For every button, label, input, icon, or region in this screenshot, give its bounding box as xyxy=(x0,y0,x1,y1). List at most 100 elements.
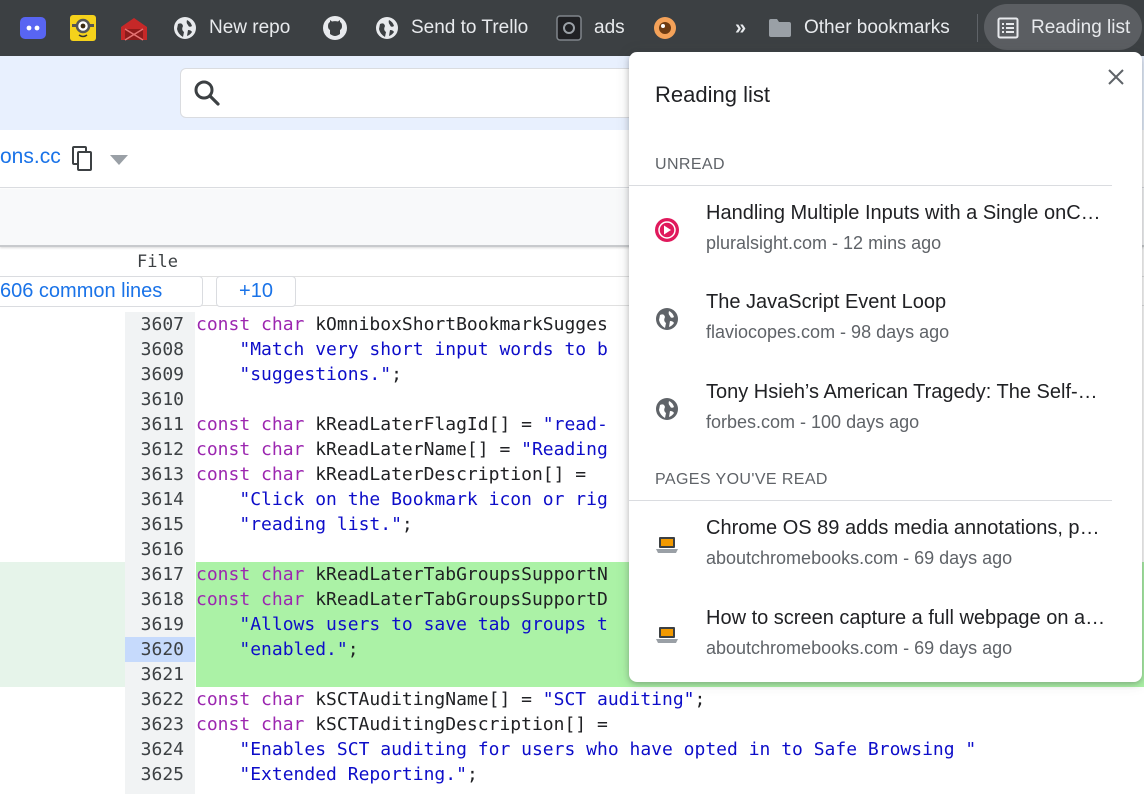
line-number[interactable]: 3608 xyxy=(125,337,195,362)
reading-list-button[interactable]: Reading list xyxy=(997,0,1130,56)
code-text: const char kSCTAuditingDescription[] = xyxy=(196,712,608,737)
globe-icon xyxy=(653,395,681,423)
code-keyword: const char xyxy=(196,439,305,460)
item-title: Chrome OS 89 adds media annotations, pho… xyxy=(706,517,1106,539)
reading-list-item[interactable]: Tony Hsieh’s American Tragedy: The Self-… xyxy=(629,367,1142,455)
added-highlight xyxy=(0,562,125,587)
code-keyword: const char xyxy=(196,589,305,610)
reading-list-item[interactable]: Chrome OS 89 adds media annotations, pho… xyxy=(629,503,1142,591)
line-number[interactable]: 3621 xyxy=(125,662,195,687)
code-token: kReadLaterTabGroupsSupportN xyxy=(304,564,608,585)
chromebook-icon xyxy=(653,531,681,559)
line-number[interactable]: 3614 xyxy=(125,487,195,512)
line-number[interactable]: 3615 xyxy=(125,512,195,537)
line-number[interactable]: 3611 xyxy=(125,412,195,437)
copy-icon[interactable] xyxy=(71,146,95,177)
chevron-down-icon[interactable] xyxy=(110,152,128,170)
close-icon[interactable] xyxy=(1107,68,1125,86)
bookmarks-overflow-button[interactable]: » xyxy=(735,0,746,56)
code-string: "Enables SCT auditing for users who have… xyxy=(239,739,977,760)
line-number[interactable]: 3625 xyxy=(125,762,195,787)
code-keyword: const char xyxy=(196,414,305,435)
item-meta: pluralsight.com - 12 mins ago xyxy=(706,233,942,253)
bookmark-favicon-item[interactable] xyxy=(653,0,677,56)
added-highlight xyxy=(0,587,125,612)
barn-icon xyxy=(119,15,149,41)
github-icon xyxy=(322,15,348,41)
bookmark-send-to-trello[interactable]: Send to Trello xyxy=(375,0,528,56)
globe-icon xyxy=(653,305,681,333)
code-text: const char kOmniboxShortBookmarkSugges xyxy=(196,312,608,337)
item-meta: aboutchromebooks.com - 69 days ago xyxy=(706,638,1013,658)
code-text: "Match very short input words to b xyxy=(196,337,607,362)
bookmarks-divider xyxy=(977,14,978,42)
globe-icon xyxy=(375,16,399,40)
expand-more-button[interactable]: +10 xyxy=(216,276,296,307)
chromebook-icon xyxy=(653,621,681,649)
line-number[interactable]: 3619 xyxy=(125,612,195,637)
bookmark-label: ads xyxy=(594,17,625,38)
item-title: How to screen capture a full webpage on … xyxy=(706,607,1106,629)
code-token: kOmniboxShortBookmarkSugges xyxy=(304,314,608,335)
item-title: Tony Hsieh’s American Tragedy: The Self-… xyxy=(706,381,1106,403)
bookmark-discord[interactable] xyxy=(20,0,46,56)
code-text: const char kReadLaterFlagId[] = "read- xyxy=(196,412,608,437)
code-token: ; xyxy=(391,364,402,385)
code-string: "suggestions." xyxy=(239,364,392,385)
line-number[interactable]: 3612 xyxy=(125,437,195,462)
item-meta: forbes.com - 100 days ago xyxy=(706,412,920,432)
line-number[interactable]: 3623 xyxy=(125,712,195,737)
code-string: "Extended Reporting." xyxy=(239,764,467,785)
line-number[interactable]: 3613 xyxy=(125,462,195,487)
pluralsight-icon xyxy=(653,216,681,244)
added-highlight xyxy=(0,637,125,662)
bookmark-new-repo[interactable]: New repo xyxy=(173,0,290,56)
line-number[interactable]: 3610 xyxy=(125,387,195,412)
read-section-label: PAGES YOU'VE READ xyxy=(655,471,828,488)
line-number[interactable]: 3620 xyxy=(125,637,195,662)
search-icon[interactable] xyxy=(193,79,221,112)
line-number[interactable]: 3607 xyxy=(125,312,195,337)
reading-list-item[interactable]: Handling Multiple Inputs with a Single o… xyxy=(629,188,1142,276)
code-text: "suggestions."; xyxy=(196,362,402,387)
bookmark-ads[interactable]: ads xyxy=(556,0,625,56)
bookmark-minion[interactable] xyxy=(70,0,96,56)
line-number[interactable]: 3618 xyxy=(125,587,195,612)
code-line: 3625 "Extended Reporting."; xyxy=(0,762,1144,787)
item-title: Handling Multiple Inputs with a Single o… xyxy=(706,202,1106,224)
code-keyword: const char xyxy=(196,689,305,710)
code-keyword: const char xyxy=(196,564,305,585)
expand-common-lines-button[interactable]: 606 common lines xyxy=(0,276,203,307)
reading-list-item[interactable]: The JavaScript Event Loop flaviocopes.co… xyxy=(629,277,1142,365)
line-number[interactable]: 3609 xyxy=(125,362,195,387)
search-input[interactable] xyxy=(180,68,680,118)
code-text: "enabled."; xyxy=(196,637,358,662)
code-string: "Click on the Bookmark icon or rig xyxy=(239,489,608,510)
section-divider xyxy=(629,185,1112,186)
bookmark-label: New repo xyxy=(209,17,291,38)
bookmark-github[interactable] xyxy=(322,0,348,56)
reading-list-icon xyxy=(997,17,1019,39)
line-number[interactable]: 3616 xyxy=(125,537,195,562)
reading-list-item[interactable]: How to screen capture a full webpage on … xyxy=(629,593,1142,681)
code-string: "read- xyxy=(542,414,608,435)
file-name-link[interactable]: ons.cc xyxy=(0,145,61,169)
code-token: ; xyxy=(401,514,413,535)
line-number[interactable]: 3622 xyxy=(125,687,195,712)
other-bookmarks-label: Other bookmarks xyxy=(804,17,950,38)
code-string: "SCT auditing" xyxy=(542,689,695,710)
code-text: "Allows users to save tab groups t xyxy=(196,612,607,637)
bookmark-barn[interactable] xyxy=(119,0,149,56)
code-line: 3622 const char kSCTAuditingName[] = "SCT… xyxy=(0,687,1144,712)
other-bookmarks-button[interactable]: Other bookmarks xyxy=(768,0,950,56)
code-token: kReadLaterDescription[] = xyxy=(304,464,587,485)
line-number[interactable]: 3617 xyxy=(125,562,195,587)
code-text: "reading list."; xyxy=(196,512,413,537)
item-meta: flaviocopes.com - 98 days ago xyxy=(706,322,950,342)
line-number[interactable]: 3624 xyxy=(125,737,195,762)
code-text: const char kReadLaterName[] = "Reading xyxy=(196,437,608,462)
code-string: "enabled." xyxy=(239,639,348,660)
